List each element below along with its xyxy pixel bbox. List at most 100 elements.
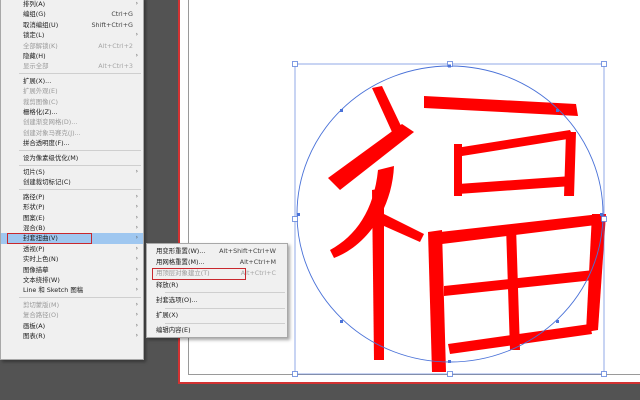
envelope-submenu-item-label: 释放(R) [156, 280, 179, 289]
submenu-arrow-icon: › [135, 168, 138, 175]
object-menu-item-13[interactable]: 创建对象马赛克(J)... [1, 128, 143, 138]
object-menu-item-label: 创建裁切标记(C) [23, 178, 71, 187]
submenu-arrow-icon: › [135, 31, 138, 39]
object-menu-item-1[interactable]: 编组(G) Ctrl+G [1, 9, 143, 19]
object-menu-item-0[interactable]: 排列(A) › [1, 0, 143, 9]
object-menu-item-28[interactable]: 图像描摹 › [1, 265, 143, 275]
submenu-arrow-icon: › [135, 203, 138, 211]
object-menu-item-10[interactable]: 裁剪图像(C) [1, 97, 143, 107]
callout-highlight-box [152, 267, 246, 281]
handle-bottom-center [447, 371, 453, 377]
object-menu-item-label: 形状(P) [23, 203, 45, 212]
submenu-arrow-icon: › [135, 224, 138, 231]
submenu-arrow-icon: › [135, 52, 138, 59]
object-menu-item-label: 设为像素级优化(M) [23, 153, 79, 162]
object-menu-item-label: 混合(B) [23, 224, 46, 232]
object-menu-item-shortcut: Alt+Ctrl+3 [98, 62, 133, 71]
object-menu-item-6[interactable]: 显示全部 Alt+Ctrl+3 [1, 61, 143, 71]
handle-middle-left [292, 216, 298, 222]
object-menu-item-label: 栅格化(Z)... [23, 108, 58, 116]
object-menu-item-4[interactable]: 全部解锁(K) Alt+Ctrl+2 [1, 41, 143, 51]
object-menu-item-22[interactable]: 形状(P) › [1, 202, 143, 212]
object-menu-item-23[interactable]: 图案(E) › [1, 213, 143, 223]
object-menu-item-label: 创建对象马赛克(J)... [23, 128, 81, 137]
object-menu-item-label: 编组(G) [23, 10, 46, 19]
object-menu-item-label: 扩展(X)... [23, 76, 52, 85]
object-menu-item-label: 全部解锁(K) [23, 41, 58, 50]
envelope-submenu-item-shortcut: Alt+Ctrl+C [240, 269, 276, 278]
submenu-arrow-icon: › [135, 0, 138, 7]
handle-bottom-left [292, 371, 298, 377]
object-menu-item-shortcut: Alt+Ctrl+2 [98, 41, 133, 50]
submenu-arrow-icon: › [135, 332, 138, 339]
object-menu-item-14[interactable]: 拼合透明度(F)... [1, 138, 143, 148]
handle-middle-right [601, 216, 607, 222]
object-menu-item-label: 取消编组(U) [23, 20, 59, 29]
handle-top-right [601, 61, 607, 67]
object-menu-item-2[interactable]: 取消编组(U) Shift+Ctrl+G [1, 20, 143, 30]
object-menu-item-label: 图案(E) [23, 213, 45, 222]
object-menu-item-18[interactable]: 切片(S) › [1, 167, 143, 177]
menu-separator [19, 150, 141, 152]
object-menu: 排列(A) › 编组(G) Ctrl+G 取消编组(U) Shift+Ctrl+G 锁定(L… [0, 0, 144, 360]
envelope-submenu-item-7[interactable]: 扩展(X) [147, 310, 287, 321]
menu-separator [165, 322, 285, 324]
envelope-submenu-item-label: 扩展(X) [156, 311, 179, 319]
object-menu-item-label: 裁剪图像(C) [23, 97, 59, 106]
envelope-submenu-item-label: 封套选项(O)... [156, 295, 198, 304]
envelope-submenu-item-label: 用网格重置(M)... [156, 258, 205, 267]
object-menu-item-shortcut: Shift+Ctrl+G [91, 20, 133, 29]
object-menu-item-label: 排列(A) [23, 0, 46, 8]
object-menu-item-label: 扩展外观(E) [23, 87, 58, 96]
glyph-fu[interactable] [328, 86, 606, 372]
object-menu-item-16[interactable]: 设为像素级优化(M) [1, 153, 143, 163]
object-menu-item-label: 显示全部 [23, 62, 49, 71]
submenu-arrow-icon: › [135, 321, 138, 329]
object-menu-item-34[interactable]: 画板(A) › [1, 321, 143, 331]
menu-separator [19, 189, 141, 191]
object-menu-item-label: 图像描摹 [23, 265, 49, 274]
object-menu-item-9[interactable]: 扩展外观(E) [1, 86, 143, 96]
envelope-submenu-item-9[interactable]: 编辑内容(E) [147, 325, 287, 336]
object-menu-item-24[interactable]: 混合(B) › [1, 223, 143, 233]
object-menu-item-5[interactable]: 隐藏(H) › [1, 51, 143, 61]
object-menu-item-30[interactable]: Line 和 Sketch 图稿 › [1, 285, 143, 295]
submenu-arrow-icon: › [135, 286, 138, 294]
submenu-arrow-icon: › [135, 311, 138, 319]
object-menu-item-label: 剪切蒙版(M) [23, 300, 60, 309]
object-menu-item-label: 路径(P) [23, 192, 45, 201]
object-menu-item-12[interactable]: 创建渐变网格(D)... [1, 117, 143, 127]
submenu-arrow-icon: › [135, 276, 138, 283]
submenu-arrow-icon: › [135, 213, 138, 221]
object-menu-item-label: 透视(P) [23, 244, 45, 253]
object-menu-item-label: 隐藏(H) [23, 52, 46, 60]
object-menu-item-3[interactable]: 锁定(L) › [1, 30, 143, 40]
object-menu-item-19[interactable]: 创建裁切标记(C) [1, 177, 143, 187]
object-menu-item-33[interactable]: 复合路径(O) › [1, 310, 143, 320]
envelope-submenu-item-shortcut: Alt+Shift+Ctrl+W [219, 247, 276, 255]
object-menu-item-35[interactable]: 图表(R) › [1, 331, 143, 341]
envelope-submenu-item-1[interactable]: 用网格重置(M)... Alt+Ctrl+M [147, 257, 287, 268]
envelope-submenu-item-5[interactable]: 封套选项(O)... [147, 295, 287, 306]
submenu-arrow-icon: › [135, 300, 138, 308]
object-menu-item-32[interactable]: 剪切蒙版(M) › [1, 300, 143, 310]
object-menu-item-21[interactable]: 路径(P) › [1, 192, 143, 202]
handle-bottom-right [601, 371, 607, 377]
object-menu-item-8[interactable]: 扩展(X)... [1, 76, 143, 86]
object-menu-item-label: Line 和 Sketch 图稿 [23, 286, 84, 295]
envelope-submenu-item-0[interactable]: 用变形重置(W)... Alt+Shift+Ctrl+W [147, 246, 287, 257]
submenu-arrow-icon: › [135, 255, 138, 263]
submenu-arrow-icon: › [135, 234, 138, 242]
object-menu-item-label: 画板(A) [23, 321, 46, 330]
object-menu-item-26[interactable]: 透视(P) › [1, 244, 143, 254]
envelope-submenu-item-3[interactable]: 释放(R) [147, 280, 287, 291]
object-menu-item-29[interactable]: 文本绕排(W) › [1, 275, 143, 285]
object-menu-item-27[interactable]: 实时上色(N) › [1, 254, 143, 264]
object-menu-item-label: 复合路径(O) [23, 311, 59, 320]
menu-separator [165, 292, 285, 294]
object-menu-item-11[interactable]: 栅格化(Z)... [1, 107, 143, 117]
callout-highlight-box [7, 232, 92, 245]
object-menu-item-label: 切片(S) [23, 168, 45, 176]
menu-separator [19, 164, 141, 166]
menu-separator [165, 307, 285, 309]
